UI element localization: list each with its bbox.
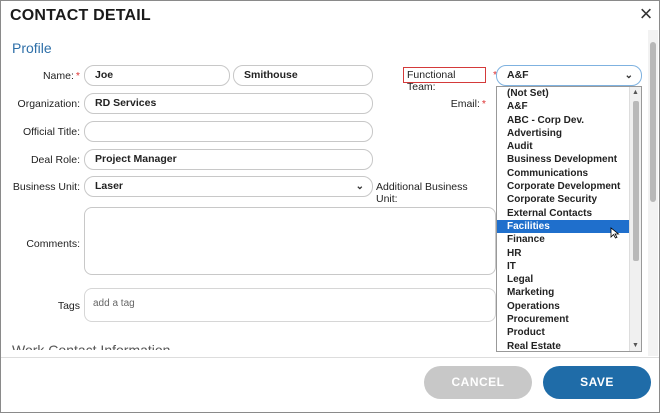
dropdown-option[interactable]: Legal bbox=[497, 273, 629, 286]
dialog-title: CONTACT DETAIL bbox=[10, 7, 151, 24]
dropdown-option[interactable]: A&F bbox=[497, 100, 629, 113]
last-name-input[interactable]: Smithouse bbox=[233, 65, 373, 86]
scroll-up-icon[interactable]: ▲ bbox=[632, 89, 639, 96]
section-work-contact-title: Work Contact Information bbox=[12, 342, 171, 350]
dropdown-option[interactable]: External Contacts bbox=[497, 207, 629, 220]
dropdown-option[interactable]: Corporate Development bbox=[497, 180, 629, 193]
dropdown-option[interactable]: HR bbox=[497, 247, 629, 260]
business-unit-value: Laser bbox=[95, 180, 124, 192]
dropdown-scrollbar[interactable]: ▲ ▼ bbox=[629, 87, 641, 351]
cancel-button[interactable]: CANCEL bbox=[424, 366, 532, 399]
functional-team-value: A&F bbox=[507, 69, 529, 81]
comments-textarea[interactable] bbox=[84, 207, 496, 275]
dropdown-option[interactable]: (Not Set) bbox=[497, 87, 629, 100]
first-name-input[interactable]: Joe bbox=[84, 65, 230, 86]
dropdown-option[interactable]: Advertising bbox=[497, 127, 629, 140]
comments-label: Comments: bbox=[26, 238, 80, 250]
business-unit-select[interactable]: Laser ⌄ bbox=[84, 176, 373, 197]
official-title-label: Official Title: bbox=[23, 126, 80, 138]
functional-team-dropdown[interactable]: (Not Set) A&F ABC - Corp Dev. Advertising Au… bbox=[496, 86, 642, 352]
dropdown-option[interactable]: Real Estate bbox=[497, 340, 629, 351]
chevron-down-icon: ⌄ bbox=[624, 70, 633, 81]
save-button[interactable]: SAVE bbox=[543, 366, 651, 399]
dropdown-option[interactable]: IT bbox=[497, 260, 629, 273]
dropdown-option[interactable]: Marketing bbox=[497, 286, 629, 299]
dropdown-option[interactable]: Corporate Security bbox=[497, 193, 629, 206]
dropdown-option[interactable]: Audit bbox=[497, 140, 629, 153]
deal-role-label: Deal Role: bbox=[30, 154, 80, 166]
functional-team-label: Functional Team:* bbox=[403, 67, 497, 93]
dialog-scroll-thumb[interactable] bbox=[650, 42, 656, 202]
chevron-down-icon: ⌄ bbox=[355, 181, 364, 192]
dropdown-option[interactable]: Procurement bbox=[497, 313, 629, 326]
business-unit-label: Business Unit: bbox=[12, 181, 80, 193]
dialog-scrollbar[interactable] bbox=[648, 30, 658, 356]
additional-business-unit-label: Additional Business Unit: bbox=[376, 181, 468, 205]
mouse-cursor-icon bbox=[610, 227, 620, 239]
tags-label: Tags bbox=[57, 300, 80, 312]
dropdown-option[interactable]: Operations bbox=[497, 300, 629, 313]
organization-label: Organization: bbox=[17, 98, 80, 110]
deal-role-input[interactable]: Project Manager bbox=[84, 149, 373, 170]
tags-input[interactable]: add a tag bbox=[84, 288, 496, 322]
dropdown-option[interactable]: ABC - Corp Dev. bbox=[497, 114, 629, 127]
close-icon[interactable]: × bbox=[636, 3, 656, 25]
dropdown-scroll-thumb[interactable] bbox=[633, 101, 639, 261]
dropdown-option[interactable]: Business Development bbox=[497, 153, 629, 166]
organization-input[interactable]: RD Services bbox=[84, 93, 373, 114]
name-label: Name: * bbox=[42, 70, 80, 82]
official-title-input[interactable] bbox=[84, 121, 373, 142]
dropdown-options: (Not Set) A&F ABC - Corp Dev. Advertising Au… bbox=[497, 87, 641, 351]
section-profile-title: Profile bbox=[12, 40, 52, 56]
scroll-down-icon[interactable]: ▼ bbox=[632, 342, 639, 349]
dropdown-option[interactable]: Product bbox=[497, 326, 629, 339]
dropdown-option[interactable]: Communications bbox=[497, 167, 629, 180]
functional-team-select[interactable]: A&F ⌄ bbox=[496, 65, 642, 86]
email-label: Email: * bbox=[450, 98, 486, 110]
